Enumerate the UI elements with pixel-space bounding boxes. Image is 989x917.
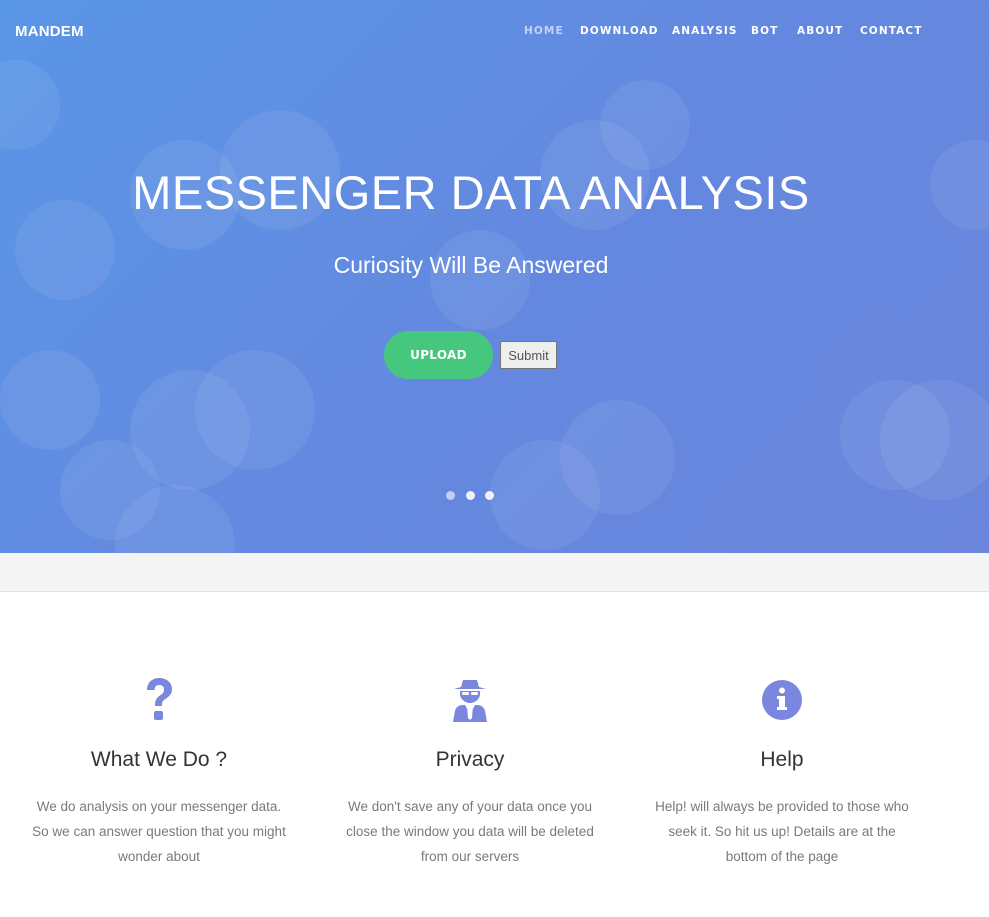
- feature-title: What We Do ?: [90, 748, 228, 771]
- question-icon: [9, 678, 309, 722]
- hero-subtitle: Curiosity Will Be Answered: [333, 252, 609, 278]
- carousel-dot[interactable]: [446, 491, 455, 500]
- hero-section: MANDEM HOME DOWNLOAD ANALYSIS BOT ABOUT …: [0, 0, 989, 553]
- feature-description: We don't save any of your data once you …: [346, 799, 594, 864]
- carousel-dot[interactable]: [466, 491, 475, 500]
- feature-description: Help! will always be provided to those w…: [655, 799, 909, 864]
- feature-help: Help Help! will always be provided to th…: [632, 592, 932, 917]
- feature-title: Privacy: [435, 748, 505, 771]
- nav-bot[interactable]: BOT: [751, 25, 778, 37]
- carousel-indicators: [446, 491, 506, 501]
- bokeh-decoration: [560, 400, 675, 515]
- feature-what-we-do: What We Do ? We do analysis on your mess…: [9, 592, 309, 917]
- hero-title: MESSENGER DATA ANALYSIS: [132, 166, 810, 219]
- bokeh-decoration: [0, 350, 100, 450]
- info-icon: [632, 678, 932, 722]
- nav-about[interactable]: ABOUT: [797, 25, 843, 37]
- bokeh-decoration: [195, 350, 315, 470]
- bokeh-decoration: [880, 380, 989, 500]
- feature-privacy: Privacy We don't save any of your data o…: [320, 592, 620, 917]
- nav-download[interactable]: DOWNLOAD: [580, 25, 659, 37]
- main-nav: HOME DOWNLOAD ANALYSIS BOT ABOUT CONTACT: [0, 25, 989, 39]
- bokeh-decoration: [0, 60, 60, 150]
- divider-strip: [0, 553, 989, 592]
- bokeh-decoration: [600, 80, 690, 170]
- features-section: What We Do ? We do analysis on your mess…: [0, 592, 989, 917]
- spy-icon: [320, 678, 620, 722]
- nav-home[interactable]: HOME: [524, 25, 564, 37]
- feature-title: Help: [760, 748, 804, 771]
- submit-button[interactable]: Submit: [500, 341, 557, 369]
- nav-analysis[interactable]: ANALYSIS: [672, 25, 738, 37]
- carousel-dot[interactable]: [485, 491, 494, 500]
- bokeh-decoration: [430, 230, 530, 330]
- nav-contact[interactable]: CONTACT: [860, 25, 922, 37]
- upload-button[interactable]: UPLOAD: [384, 331, 493, 379]
- feature-description: We do analysis on your messenger data. S…: [32, 799, 286, 864]
